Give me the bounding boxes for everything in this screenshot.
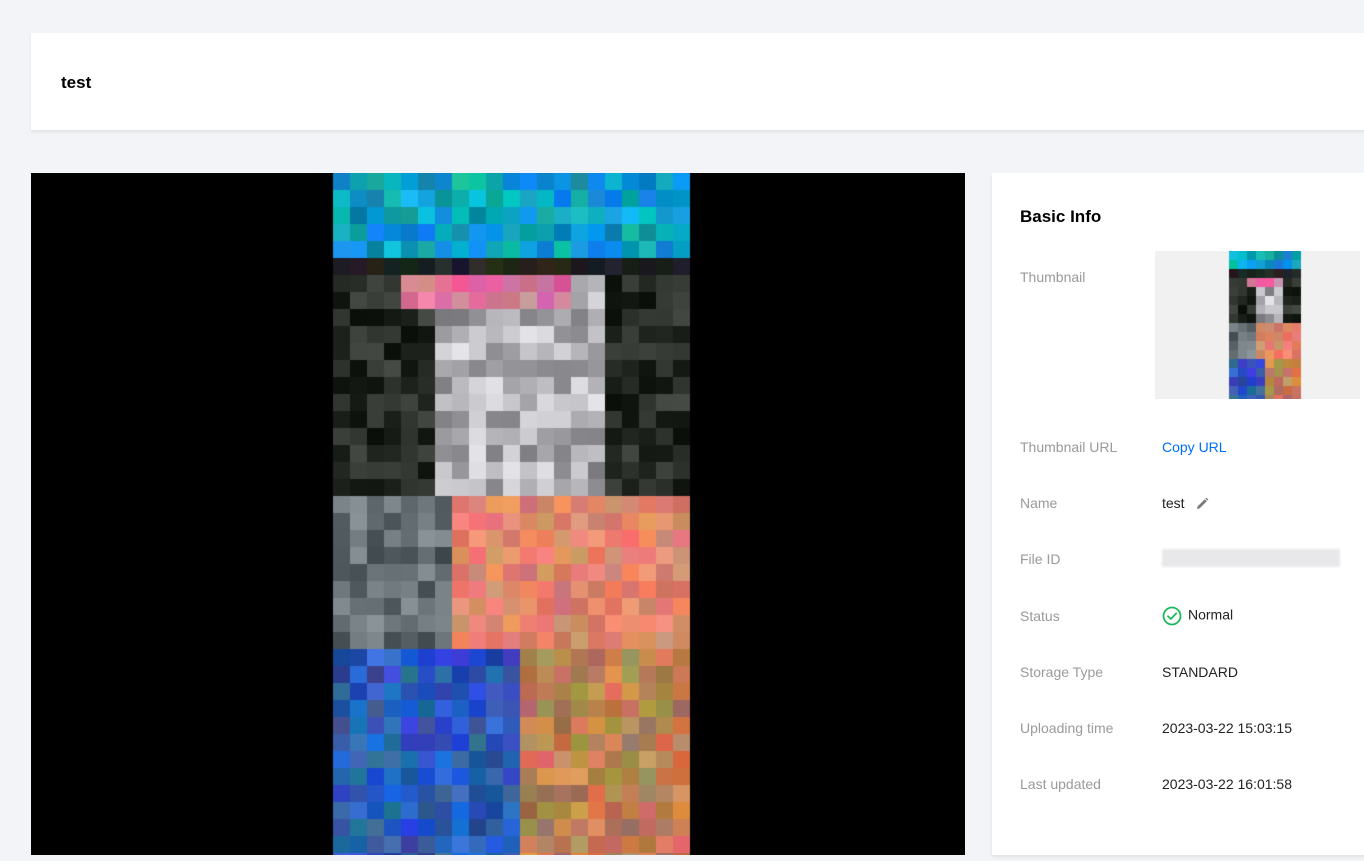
file-id-label: File ID [1020, 551, 1061, 567]
storage-type-label: Storage Type [1020, 664, 1104, 680]
status-value-wrap: Normal [1162, 606, 1233, 626]
storage-type-value: STANDARD [1162, 664, 1238, 680]
thumbnail-label: Thumbnail [1020, 269, 1086, 285]
page-header: test [31, 33, 1364, 130]
name-value-wrap: test [1162, 495, 1210, 512]
last-updated-value: 2023-03-22 16:01:58 [1162, 776, 1292, 792]
name-value: test [1162, 495, 1185, 511]
uploading-time-label: Uploading time [1020, 720, 1114, 736]
basic-info-title: Basic Info [1020, 207, 1102, 226]
copy-url-link[interactable]: Copy URL [1162, 439, 1227, 455]
check-circle-icon [1162, 606, 1182, 626]
thumbnail-url-label: Thumbnail URL [1020, 439, 1118, 455]
pencil-icon[interactable] [1194, 496, 1210, 512]
thumbnail-image [1155, 251, 1360, 399]
basic-info-panel: Basic Info Thumbnail Thumbnail URL Copy … [992, 173, 1364, 855]
last-updated-label: Last updated [1020, 776, 1101, 792]
uploading-time-value: 2023-03-22 15:03:15 [1162, 720, 1292, 736]
thumbnail-pixelated [1155, 251, 1360, 399]
file-id-redacted [1162, 549, 1340, 567]
video-preview[interactable] [31, 173, 965, 855]
video-frame-pixelated [31, 173, 965, 855]
page-title: test [61, 73, 92, 92]
name-label: Name [1020, 495, 1058, 511]
status-label: Status [1020, 608, 1060, 624]
status-value: Normal [1188, 606, 1234, 623]
